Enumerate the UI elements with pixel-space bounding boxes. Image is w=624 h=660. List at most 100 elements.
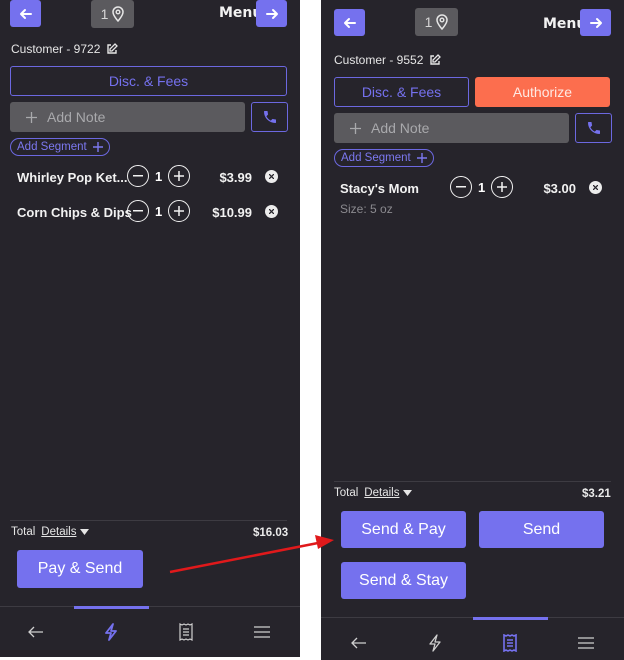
nav-back[interactable]	[25, 621, 47, 643]
active-tab-indicator	[74, 606, 149, 609]
decrement-button[interactable]	[450, 176, 472, 198]
hamburger-icon	[578, 637, 594, 649]
arrow-left-icon	[28, 626, 43, 638]
increment-button[interactable]	[168, 165, 191, 187]
remove-item-button[interactable]	[265, 170, 278, 183]
plus-icon	[497, 182, 508, 192]
phone-button[interactable]	[251, 102, 288, 132]
disc-fees-button[interactable]: Disc. & Fees	[10, 66, 287, 96]
details-toggle[interactable]: Details	[41, 526, 90, 538]
arrow-left-icon	[351, 637, 366, 649]
plus-icon	[416, 153, 427, 163]
item-name: Corn Chips & Dips	[17, 205, 132, 220]
arrow-right-icon	[265, 8, 278, 19]
item-price: $3.00	[543, 181, 576, 196]
quantity-stepper: 1	[450, 176, 514, 198]
add-note-placeholder: Add Note	[371, 120, 430, 136]
plus-icon	[174, 206, 185, 216]
authorize-button[interactable]: Authorize	[475, 77, 610, 107]
location-count: 1	[100, 6, 109, 22]
send-button[interactable]: Send	[479, 511, 604, 548]
edit-icon[interactable]	[429, 54, 442, 66]
send-pay-button[interactable]: Send & Pay	[341, 511, 466, 548]
minus-icon	[456, 186, 466, 188]
item-name: Stacy's Mom	[340, 181, 419, 196]
send-stay-button[interactable]: Send & Stay	[341, 562, 466, 599]
add-note-placeholder: Add Note	[47, 109, 106, 125]
item-price: $3.99	[219, 170, 252, 185]
divider	[10, 520, 287, 521]
details-toggle[interactable]: Details	[364, 487, 413, 499]
nav-menu[interactable]	[575, 632, 597, 654]
menu-forward-button[interactable]	[580, 9, 611, 36]
add-segment-label: Add Segment	[17, 141, 87, 153]
add-segment-button[interactable]: Add Segment	[334, 149, 434, 167]
nav-receipt[interactable]	[499, 632, 521, 654]
details-label: Details	[41, 526, 77, 538]
total-label: Total	[11, 526, 36, 538]
plus-icon	[26, 111, 37, 123]
minus-icon	[133, 210, 143, 212]
back-button[interactable]	[334, 9, 365, 36]
customer-label: Customer - 9722	[11, 42, 101, 56]
nav-quick-actions[interactable]	[424, 632, 446, 654]
receipt-icon	[503, 634, 517, 652]
disc-fees-button[interactable]: Disc. & Fees	[334, 77, 469, 107]
plus-icon	[350, 122, 361, 134]
close-icon	[593, 185, 598, 190]
remove-item-button[interactable]	[265, 205, 278, 218]
lightning-icon	[429, 634, 441, 652]
item-size: Size: 5 oz	[340, 202, 393, 216]
phone-icon	[587, 122, 600, 134]
increment-button[interactable]	[491, 176, 514, 198]
bottom-nav	[321, 617, 624, 660]
edit-icon[interactable]	[106, 43, 119, 55]
nav-quick-actions[interactable]	[100, 621, 122, 643]
location-pin-icon	[436, 14, 449, 30]
item-price: $10.99	[212, 205, 252, 220]
back-button[interactable]	[10, 0, 41, 27]
nav-menu[interactable]	[251, 621, 273, 643]
hamburger-icon	[254, 626, 270, 638]
close-icon	[269, 209, 274, 214]
pay-send-button[interactable]: Pay & Send	[17, 550, 143, 588]
phone-icon	[263, 111, 276, 123]
bottom-nav	[0, 606, 300, 656]
add-segment-button[interactable]: Add Segment	[10, 138, 110, 156]
phone-button[interactable]	[575, 113, 612, 143]
location-button[interactable]: 1	[415, 8, 458, 36]
plus-icon	[92, 142, 103, 152]
item-qty: 1	[478, 179, 486, 195]
total-label: Total	[334, 487, 359, 499]
arrow-left-icon	[343, 17, 356, 28]
total-amount: $16.03	[253, 527, 289, 539]
caret-down-icon	[403, 490, 413, 496]
add-note-field[interactable]: Add Note	[10, 102, 245, 132]
decrement-button[interactable]	[127, 200, 149, 222]
quantity-stepper: 1	[127, 165, 191, 187]
item-name: Whirley Pop Ket...	[17, 170, 128, 185]
increment-button[interactable]	[168, 200, 191, 222]
location-pin-icon	[112, 6, 125, 22]
nav-receipt[interactable]	[175, 621, 197, 643]
decrement-button[interactable]	[127, 165, 149, 187]
caret-down-icon	[80, 529, 90, 535]
divider	[334, 481, 611, 482]
menu-forward-button[interactable]	[256, 0, 287, 27]
add-note-field[interactable]: Add Note	[334, 113, 569, 143]
lightning-icon	[105, 623, 117, 641]
details-label: Details	[364, 487, 400, 499]
total-row: Total Details	[334, 487, 413, 499]
close-icon	[269, 174, 274, 179]
remove-item-button[interactable]	[589, 181, 602, 194]
nav-back[interactable]	[348, 632, 370, 654]
minus-icon	[133, 175, 143, 177]
plus-icon	[174, 171, 185, 181]
receipt-icon	[179, 623, 193, 641]
customer-row: Customer - 9722	[11, 42, 119, 56]
total-row: Total Details	[11, 526, 90, 538]
quantity-stepper: 1	[127, 200, 191, 222]
item-qty: 1	[155, 168, 163, 184]
location-button[interactable]: 1	[91, 0, 134, 28]
arrow-right-icon	[589, 17, 602, 28]
